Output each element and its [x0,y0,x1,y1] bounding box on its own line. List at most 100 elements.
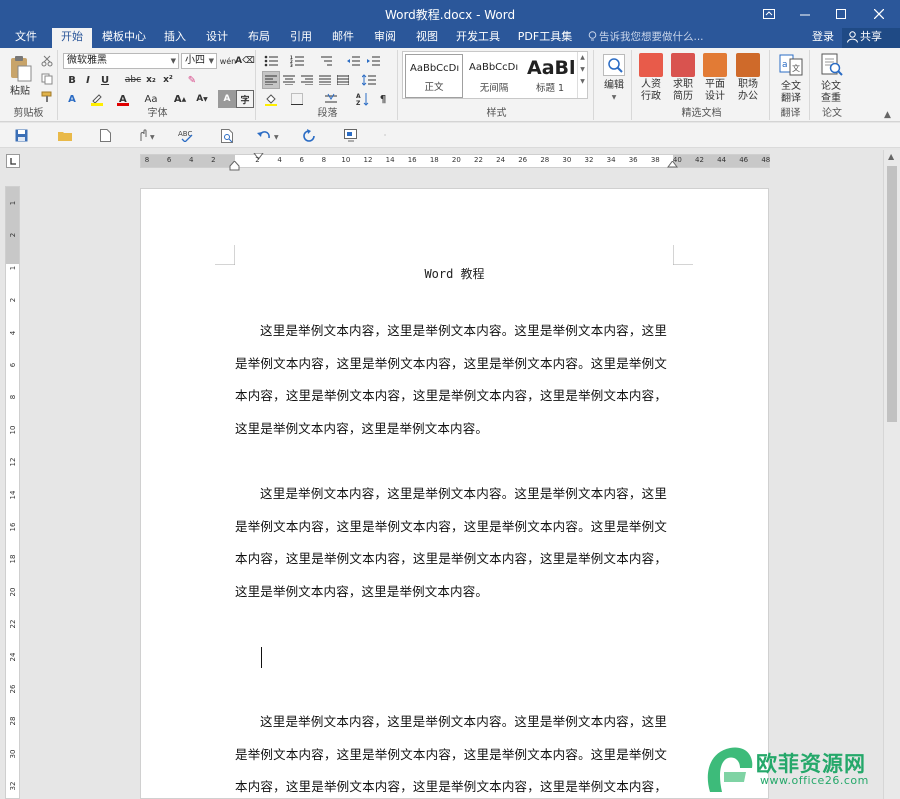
ruler-tick: 4 [9,330,17,335]
horizontal-ruler[interactable]: 8 6 4 2 2 4 6 8 10 12 14 16 18 20 22 24 26 28 30 32 34 36 38 40… [140,153,771,171]
tab-template-center[interactable]: 模板中心 [98,28,150,48]
tab-insert[interactable]: 插入 [158,28,192,48]
paste-label: 粘贴 [10,86,30,97]
tab-developer[interactable]: 开发工具 [452,28,504,48]
cut-button[interactable] [38,52,56,70]
style-heading-1[interactable]: AaBl 标题 1 [523,54,577,98]
font-name-combo[interactable]: 微软雅黑 ▼ [63,53,179,69]
paste-button[interactable]: 粘贴 [6,54,34,98]
tab-file[interactable]: 文件 [6,28,46,48]
ruler-tick: 48 [761,156,771,164]
customize-qat-button[interactable]: · [380,127,390,144]
align-right-icon [301,75,313,85]
paper-check-button[interactable]: 论文 查重 [816,53,846,105]
style-no-spacing[interactable]: AaBbCcDı 无间隔 [465,54,523,98]
close-icon [874,9,884,19]
tab-home[interactable]: 开始 [52,28,92,48]
multilevel-list-icon [321,56,332,66]
subscript-button[interactable]: x₂ [142,71,160,89]
new-document-button[interactable] [96,127,114,144]
featured-graphic-design-button[interactable]: 平面 设计 [700,53,730,103]
tab-selector[interactable] [6,154,20,168]
hr-admin-icon [639,53,663,77]
ruler-tick: 22 [9,619,17,629]
document-page[interactable]: Word 教程 这里是举例文本内容，这里是举例文本内容。这里是举例文本内容，这里… [140,188,769,799]
multilevel-list-button[interactable] [316,52,334,70]
minimize-icon [800,14,810,16]
featured-docs-label: 精选文档 [681,108,722,119]
scroll-up-icon[interactable]: ▲ [888,152,894,161]
ruler-tick: 12 [363,156,373,164]
open-button[interactable] [56,127,74,144]
distributed-button[interactable] [334,71,352,89]
decrease-indent-button[interactable] [344,52,362,70]
body-paragraph: 这里是举例文本内容，这里是举例文本内容。这里是举例文本内容，这里是举例文本内容，… [235,486,667,599]
spelling-check-button[interactable]: ABC [176,127,194,144]
align-center-button[interactable] [280,71,298,89]
redo-button[interactable] [300,127,318,144]
underline-button[interactable]: U [96,71,114,89]
increase-indent-button[interactable] [364,52,382,70]
style-heading-1-preview: AaBl [527,57,576,79]
ruler-tick: 24 [9,652,17,662]
svg-text:3: 3 [290,63,293,67]
minimize-button[interactable] [788,0,822,28]
collapse-ribbon-button[interactable]: ▲ [884,110,891,120]
tab-references[interactable]: 引用 [284,28,318,48]
strikethrough-button[interactable]: abc [124,71,142,89]
decrease-indent-icon [347,56,360,66]
featured-graphic-design-line1: 平面 [705,79,725,90]
align-right-button[interactable] [298,71,316,89]
styles-gallery-scroll[interactable]: ▲ ▼ ▼ [577,52,587,98]
ruler-tick: 2 [9,233,17,238]
ruler-tick: 40 [672,156,682,164]
featured-hr-admin-button[interactable]: 人资 行政 [636,53,666,103]
save-button[interactable] [12,127,30,144]
font-size-combo[interactable]: 小四 ▼ [181,53,217,69]
vertical-ruler[interactable]: 1 2 1 2 4 6 8 10 12 14 16 18 20 22 24 26 28 30 32 [5,186,20,799]
editing-button[interactable]: 编辑 ▼ [600,54,628,104]
touch-mode-button[interactable]: ▼ [136,127,160,144]
undo-button[interactable]: ▼ [256,127,284,144]
italic-button[interactable]: I [79,71,97,89]
copy-button[interactable] [38,70,56,88]
justify-button[interactable] [316,71,334,89]
folder-icon [57,131,72,141]
featured-resume-line2: 简历 [673,91,693,102]
featured-office-button[interactable]: 职场 办公 [733,53,763,103]
clear-format-button[interactable]: A⌫ [235,52,255,70]
vertical-scrollbar[interactable]: ▲ [883,150,900,799]
print-preview-button[interactable] [218,127,236,144]
tab-layout[interactable]: 布局 [242,28,276,48]
numbering-button[interactable]: 123 [288,52,306,70]
align-left-button[interactable] [262,71,280,89]
ribbon-display-options-button[interactable] [752,0,786,28]
tab-design[interactable]: 设计 [200,28,234,48]
full-translate-button[interactable]: a文 全文 翻译 [776,53,806,105]
style-normal[interactable]: AaBbCcDı 正文 [405,54,463,98]
crop-mark-top-left [215,245,235,265]
hanging-indent-marker[interactable] [229,161,241,171]
line-spacing-button[interactable] [360,71,378,89]
maximize-button[interactable] [824,0,858,28]
scrollbar-thumb[interactable] [887,166,897,422]
translate-label: 翻译 [780,108,801,119]
featured-resume-button[interactable]: 求职 简历 [668,53,698,103]
bullets-button[interactable] [262,52,280,70]
tell-me-search[interactable]: 告诉我您想要做什么... [588,28,704,48]
svg-text:▼: ▼ [150,134,155,141]
ribbon-home: 粘贴 剪贴板 微软雅黑 ▼ 小四 ▼ wén A⌫ B I U abc x₂ x² … [0,48,900,122]
paragraph-label: 段落 [317,108,338,119]
tab-pdf-tools[interactable]: PDF工具集 [514,28,576,48]
login-button[interactable]: 登录 [812,28,834,48]
tab-review[interactable]: 审阅 [368,28,402,48]
share-button[interactable]: 共享 [842,28,900,48]
ruler-tick: 16 [9,522,17,532]
ribbon-display-icon [763,9,775,19]
close-button[interactable] [862,0,896,28]
tab-mailings[interactable]: 邮件 [326,28,360,48]
tab-view[interactable]: 视图 [410,28,444,48]
screenshot-button[interactable] [342,127,360,144]
superscript-button[interactable]: x² [159,71,177,89]
text-effects-button[interactable]: ✎ [183,71,201,89]
